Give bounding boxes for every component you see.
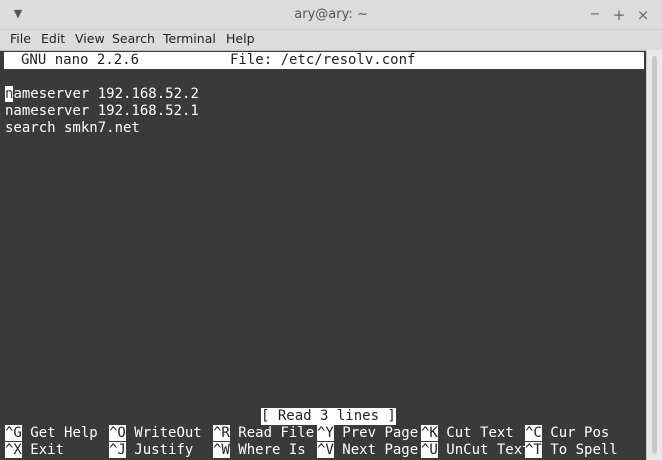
file-line-2[interactable]: nameserver 192.168.52.1 bbox=[5, 103, 199, 120]
shortcut-key: ^C bbox=[525, 425, 542, 441]
shortcut-key: ^T bbox=[525, 442, 542, 458]
menu-file[interactable]: File bbox=[10, 31, 31, 46]
menu-search[interactable]: Search bbox=[112, 31, 155, 46]
shortcut-label: Cut Text bbox=[446, 425, 514, 441]
shortcut-cut-text: ^K Cut Text bbox=[421, 425, 514, 442]
window-title: ary@ary: ~ bbox=[294, 7, 368, 22]
nano-version: GNU nano 2.2.6 bbox=[21, 52, 140, 68]
shortcut-key: ^O bbox=[109, 425, 126, 441]
shortcut-key: ^J bbox=[109, 442, 126, 458]
shortcut-prev-page: ^Y Prev Page bbox=[317, 425, 418, 442]
nano-header: GNU nano 2.2.6 File: /etc/resolv.conf bbox=[4, 52, 644, 69]
shortcut-label: To Spell bbox=[550, 442, 618, 458]
minimize-button[interactable]: − bbox=[586, 6, 604, 24]
shortcut-justify: ^J Justify bbox=[109, 442, 193, 459]
shortcut-key: ^W bbox=[213, 442, 230, 458]
shortcut-label: UnCut Text bbox=[446, 442, 531, 458]
shortcut-writeout: ^O WriteOut bbox=[109, 425, 202, 442]
shortcut-key: ^R bbox=[213, 425, 230, 441]
shortcut-read-file: ^R Read File bbox=[213, 425, 314, 442]
file-line-1[interactable]: nameserver 192.168.52.2 bbox=[5, 86, 199, 103]
menu-bar: File Edit View Search Terminal Help bbox=[0, 30, 662, 50]
shortcut-label: Justify bbox=[134, 442, 194, 458]
shortcut-where-is: ^W Where Is bbox=[213, 442, 306, 459]
shortcut-key: ^G bbox=[5, 425, 22, 441]
shortcut-label: Prev Page bbox=[342, 425, 419, 441]
shortcut-exit: ^X Exit bbox=[5, 442, 64, 459]
shortcut-key: ^K bbox=[421, 425, 438, 441]
scrollbar-track[interactable] bbox=[652, 56, 657, 454]
menu-edit[interactable]: Edit bbox=[41, 31, 65, 46]
shortcut-label: Get Help bbox=[30, 425, 98, 441]
shortcut-key: ^X bbox=[5, 442, 22, 458]
file-line-3[interactable]: search smkn7.net bbox=[5, 120, 140, 137]
menu-view[interactable]: View bbox=[75, 31, 105, 46]
maximize-button[interactable]: + bbox=[610, 6, 628, 24]
close-button[interactable]: × bbox=[634, 6, 652, 24]
menu-help[interactable]: Help bbox=[226, 31, 255, 46]
shortcut-key: ^U bbox=[421, 442, 438, 458]
shortcut-key: ^Y bbox=[317, 425, 334, 441]
shortcut-label: Exit bbox=[30, 442, 65, 458]
title-bar: ▼ ary@ary: ~ − + × bbox=[0, 0, 662, 30]
status-message: [ Read 3 lines ] bbox=[261, 408, 396, 425]
shortcut-label: WriteOut bbox=[134, 425, 202, 441]
shortcut-label: Read File bbox=[238, 425, 315, 441]
vertical-scrollbar[interactable] bbox=[646, 50, 662, 460]
shortcut-label: Where Is bbox=[238, 442, 306, 458]
menu-terminal[interactable]: Terminal bbox=[163, 31, 216, 46]
shortcut-label: Cur Pos bbox=[550, 425, 610, 441]
shortcut-next-page: ^V Next Page bbox=[317, 442, 418, 459]
shortcut-uncut-text: ^U UnCut Text bbox=[421, 442, 531, 459]
shortcut-key: ^V bbox=[317, 442, 334, 458]
shortcut-cur-pos: ^C Cur Pos bbox=[525, 425, 609, 442]
file-line-1-text: ameserver 192.168.52.2 bbox=[13, 86, 199, 102]
shortcut-to-spell: ^T To Spell bbox=[525, 442, 618, 459]
shortcut-get-help: ^G Get Help bbox=[5, 425, 98, 442]
nano-file-name: File: /etc/resolv.conf bbox=[230, 52, 416, 68]
shortcut-label: Next Page bbox=[342, 442, 419, 458]
terminal-area[interactable]: GNU nano 2.2.6 File: /etc/resolv.conf na… bbox=[0, 50, 646, 460]
